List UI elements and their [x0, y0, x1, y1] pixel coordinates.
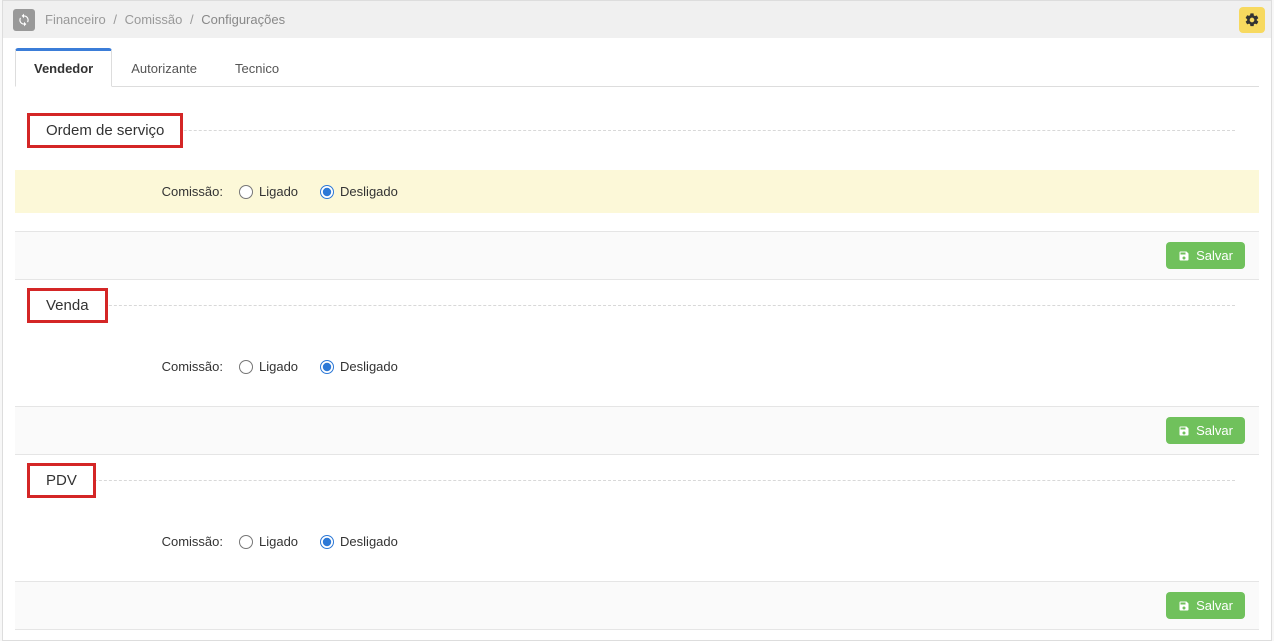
save-icon [1178, 425, 1190, 437]
tab-nav: Vendedor Autorizante Tecnico [15, 48, 1259, 87]
comissao-radio-group-ordem: Ligado Desligado [239, 184, 398, 199]
radio-ligado-ordem[interactable]: Ligado [239, 184, 298, 199]
tab-autorizante[interactable]: Autorizante [112, 48, 216, 87]
radio-ligado-venda[interactable]: Ligado [239, 359, 298, 374]
radio-desligado-ordem[interactable]: Desligado [320, 184, 398, 199]
comissao-radio-group-venda: Ligado Desligado [239, 359, 398, 374]
tab-panel-vendedor: Ordem de serviço Comissão: Ligado Deslig… [15, 87, 1259, 630]
section-title-ordem: Ordem de serviço [27, 113, 183, 148]
settings-button[interactable] [1239, 7, 1265, 33]
radio-ligado-input[interactable] [239, 535, 253, 549]
save-icon [1178, 600, 1190, 612]
save-button-venda[interactable]: Salvar [1166, 417, 1245, 444]
comissao-radio-group-pdv: Ligado Desligado [239, 534, 398, 549]
breadcrumb-level1[interactable]: Financeiro [45, 12, 106, 27]
comissao-label: Comissão: [31, 359, 239, 374]
save-button-ordem[interactable]: Salvar [1166, 242, 1245, 269]
section-title-venda: Venda [27, 288, 108, 323]
section-venda: Venda [15, 282, 1259, 327]
section-ordem: Ordem de serviço [15, 107, 1259, 152]
section-title-pdv: PDV [27, 463, 96, 498]
save-row-venda: Salvar [15, 406, 1259, 455]
tab-tecnico[interactable]: Tecnico [216, 48, 298, 87]
page: Vendedor Autorizante Tecnico Ordem de se… [2, 38, 1272, 641]
tab-vendedor[interactable]: Vendedor [15, 48, 112, 87]
topbar: Financeiro / Comissão / Configurações [2, 0, 1272, 38]
comissao-row-venda: Comissão: Ligado Desligado [15, 345, 1259, 388]
comissao-row-pdv: Comissão: Ligado Desligado [15, 520, 1259, 563]
refresh-icon [17, 13, 31, 27]
radio-ligado-input[interactable] [239, 360, 253, 374]
divider [39, 130, 1235, 131]
gear-icon [1244, 12, 1260, 28]
radio-desligado-input[interactable] [320, 185, 334, 199]
radio-ligado-pdv[interactable]: Ligado [239, 534, 298, 549]
save-button-pdv[interactable]: Salvar [1166, 592, 1245, 619]
breadcrumb: Financeiro / Comissão / Configurações [45, 12, 285, 27]
radio-ligado-input[interactable] [239, 185, 253, 199]
divider [39, 480, 1235, 481]
comissao-row-ordem: Comissão: Ligado Desligado [15, 170, 1259, 213]
breadcrumb-current: Configurações [201, 12, 285, 27]
divider [39, 305, 1235, 306]
refresh-button[interactable] [13, 9, 35, 31]
radio-desligado-input[interactable] [320, 535, 334, 549]
save-row-pdv: Salvar [15, 581, 1259, 630]
section-pdv: PDV [15, 457, 1259, 502]
comissao-label: Comissão: [31, 534, 239, 549]
radio-desligado-input[interactable] [320, 360, 334, 374]
breadcrumb-level2[interactable]: Comissão [125, 12, 183, 27]
radio-desligado-pdv[interactable]: Desligado [320, 534, 398, 549]
save-row-ordem: Salvar [15, 231, 1259, 280]
save-icon [1178, 250, 1190, 262]
radio-desligado-venda[interactable]: Desligado [320, 359, 398, 374]
comissao-label: Comissão: [31, 184, 239, 199]
